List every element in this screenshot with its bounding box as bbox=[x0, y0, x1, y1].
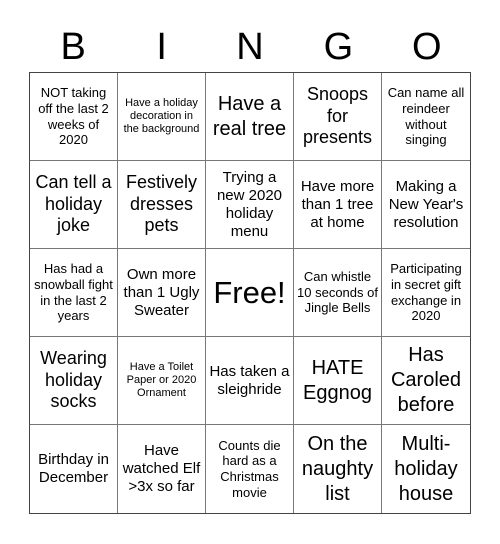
bingo-cell[interactable]: Wearing holiday socks bbox=[30, 337, 118, 425]
bingo-cell[interactable]: Have a real tree bbox=[206, 73, 294, 161]
header-letter-g: G bbox=[323, 26, 354, 68]
bingo-cell[interactable]: Making a New Year's resolution bbox=[382, 161, 470, 249]
bingo-cell[interactable]: Has Caroled before bbox=[382, 337, 470, 425]
bingo-cell[interactable]: Counts die hard as a Christmas movie bbox=[206, 425, 294, 513]
bingo-cell[interactable]: Can name all reindeer without singing bbox=[382, 73, 470, 161]
bingo-cell[interactable]: Have watched Elf >3x so far bbox=[118, 425, 206, 513]
header-letter-o: O bbox=[412, 26, 442, 68]
bingo-cell[interactable]: Has taken a sleighride bbox=[206, 337, 294, 425]
bingo-cell[interactable]: Trying a new 2020 holiday menu bbox=[206, 161, 294, 249]
bingo-cell[interactable]: Birthday in December bbox=[30, 425, 118, 513]
bingo-cell[interactable]: On the naughty list bbox=[294, 425, 382, 513]
bingo-cell[interactable]: Multi-holiday house bbox=[382, 425, 470, 513]
header-letter-n: N bbox=[236, 26, 264, 68]
bingo-cell[interactable]: NOT taking off the last 2 weeks of 2020 bbox=[30, 73, 118, 161]
bingo-cell[interactable]: Own more than 1 Ugly Sweater bbox=[118, 249, 206, 337]
bingo-cell[interactable]: Festively dresses pets bbox=[118, 161, 206, 249]
bingo-cell[interactable]: Can tell a holiday joke bbox=[30, 161, 118, 249]
bingo-cell[interactable]: Has had a snowball fight in the last 2 y… bbox=[30, 249, 118, 337]
header-letter-i: I bbox=[156, 26, 167, 68]
bingo-cell[interactable]: Have a Toilet Paper or 2020 Ornament bbox=[118, 337, 206, 425]
bingo-cell[interactable]: Have more than 1 tree at home bbox=[294, 161, 382, 249]
bingo-cell[interactable]: HATE Eggnog bbox=[294, 337, 382, 425]
free-space[interactable]: Free! bbox=[206, 249, 294, 337]
header-letter-b: B bbox=[60, 26, 86, 68]
bingo-cell[interactable]: Snoops for presents bbox=[294, 73, 382, 161]
bingo-grid: NOT taking off the last 2 weeks of 2020 … bbox=[29, 72, 471, 514]
bingo-cell[interactable]: Can whistle 10 seconds of Jingle Bells bbox=[294, 249, 382, 337]
bingo-cell[interactable]: Participating in secret gift exchange in… bbox=[382, 249, 470, 337]
bingo-header: B I N G O bbox=[29, 22, 471, 72]
bingo-cell[interactable]: Have a holiday decoration in the backgro… bbox=[118, 73, 206, 161]
